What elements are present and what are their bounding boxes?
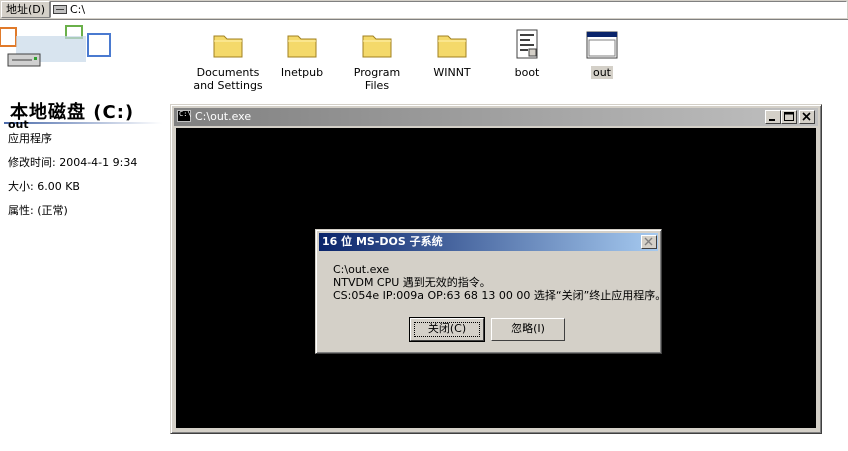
address-input[interactable]: C:\ xyxy=(50,1,847,18)
maximize-button[interactable] xyxy=(781,110,797,124)
details-pane: out 应用程序 修改时间: 2004-4-1 9:34 大小: 6.00 KB… xyxy=(8,118,158,218)
file-label: out xyxy=(590,66,613,79)
drive-icon xyxy=(53,5,67,14)
close-window-button[interactable] xyxy=(799,110,815,124)
close-button[interactable]: 关闭(C) xyxy=(409,317,485,342)
console-icon[interactable] xyxy=(177,110,192,122)
address-path: C:\ xyxy=(70,3,86,16)
dialog-message-line: C:\out.exe xyxy=(333,263,390,276)
file-item-out[interactable]: out xyxy=(564,28,640,79)
minimize-button[interactable] xyxy=(765,110,781,124)
file-label: Program Files xyxy=(353,66,401,92)
detail-attributes: 属性: (正常) xyxy=(8,204,68,217)
console-title: C:\out.exe xyxy=(195,110,252,123)
close-icon xyxy=(802,112,811,121)
file-item-boot[interactable]: boot xyxy=(489,28,565,79)
address-bar: 地址(D) C:\ xyxy=(0,0,848,20)
minimize-icon xyxy=(769,119,775,121)
folder-icon xyxy=(362,35,392,58)
file-label: Inetpub xyxy=(280,66,324,79)
file-label: WINNT xyxy=(433,66,471,79)
folder-banner: 本地磁盘 (C:) xyxy=(0,22,162,124)
dialog-message-line: NTVDM CPU 遇到无效的指令。 xyxy=(333,276,491,289)
dialog-message-line: CS:054e IP:009a OP:63 68 13 00 00 选择“关闭”… xyxy=(333,289,667,302)
dialog-title: 16 位 MS-DOS 子系统 xyxy=(322,235,443,248)
application-window-icon xyxy=(586,31,618,59)
detail-modified: 修改时间: 2004-4-1 9:34 xyxy=(8,156,138,169)
folder-icon xyxy=(287,35,317,58)
settings-file-icon xyxy=(516,29,538,59)
folder-icon xyxy=(213,35,243,58)
file-item-inetpub[interactable]: Inetpub xyxy=(264,28,340,79)
detail-name: out xyxy=(8,118,29,131)
ignore-button[interactable]: 忽略(I) xyxy=(491,318,565,341)
drive-banner-icon xyxy=(0,25,111,67)
dialog-close-button[interactable] xyxy=(641,235,657,249)
file-label: boot xyxy=(514,66,540,79)
focus-rectangle xyxy=(414,322,480,337)
detail-size: 大小: 6.00 KB xyxy=(8,180,80,193)
folder-icon xyxy=(437,35,467,58)
address-label[interactable]: 地址(D) xyxy=(1,1,51,18)
file-item-winnt[interactable]: WINNT xyxy=(414,28,490,79)
ignore-button-label: 忽略(I) xyxy=(511,322,545,335)
dialog-titlebar[interactable]: 16 位 MS-DOS 子系统 xyxy=(319,233,658,251)
dialog-message: C:\out.exe NTVDM CPU 遇到无效的指令。 CS:054e IP… xyxy=(333,263,667,302)
maximize-icon xyxy=(784,112,794,121)
detail-type: 应用程序 xyxy=(8,132,52,145)
file-item-documents-and-settings[interactable]: Documents and Settings xyxy=(190,28,266,92)
file-label: Documents and Settings xyxy=(193,66,263,92)
close-icon xyxy=(644,237,653,246)
error-dialog: 16 位 MS-DOS 子系统 C:\out.exe NTVDM CPU 遇到无… xyxy=(315,229,667,354)
file-item-program-files[interactable]: Program Files xyxy=(339,28,415,92)
console-titlebar[interactable]: C:\out.exe xyxy=(174,108,818,126)
